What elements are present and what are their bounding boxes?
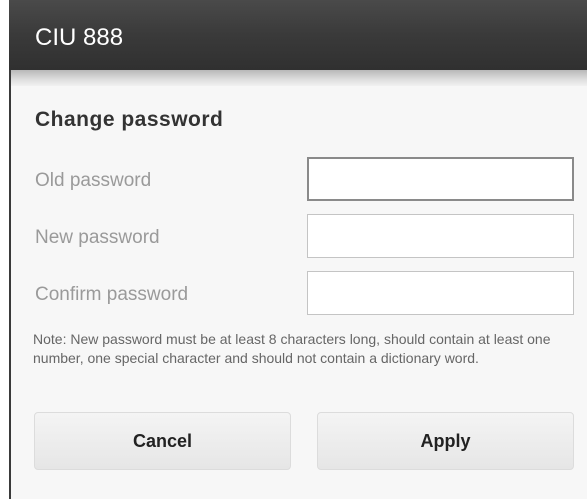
dialog-title: Change password bbox=[35, 108, 224, 131]
window-title: CIU 888 bbox=[35, 24, 124, 51]
old-password-field[interactable] bbox=[307, 157, 574, 201]
change-password-dialog: Change password Old password New passwor… bbox=[11, 86, 587, 499]
title-bar: CIU 888 bbox=[9, 0, 587, 70]
apply-button[interactable]: Apply bbox=[317, 412, 574, 470]
password-requirements-note: Note: New password must be at least 8 ch… bbox=[33, 331, 551, 366]
title-bar-shadow bbox=[9, 70, 587, 86]
confirm-password-field[interactable] bbox=[307, 271, 574, 315]
confirm-password-label: Confirm password bbox=[35, 284, 189, 305]
cancel-button[interactable]: Cancel bbox=[34, 412, 291, 470]
new-password-label: New password bbox=[35, 227, 160, 248]
app-page: CIU 888 Change password Old password New… bbox=[0, 0, 587, 499]
new-password-field[interactable] bbox=[307, 214, 574, 258]
old-password-label: Old password bbox=[35, 170, 152, 191]
